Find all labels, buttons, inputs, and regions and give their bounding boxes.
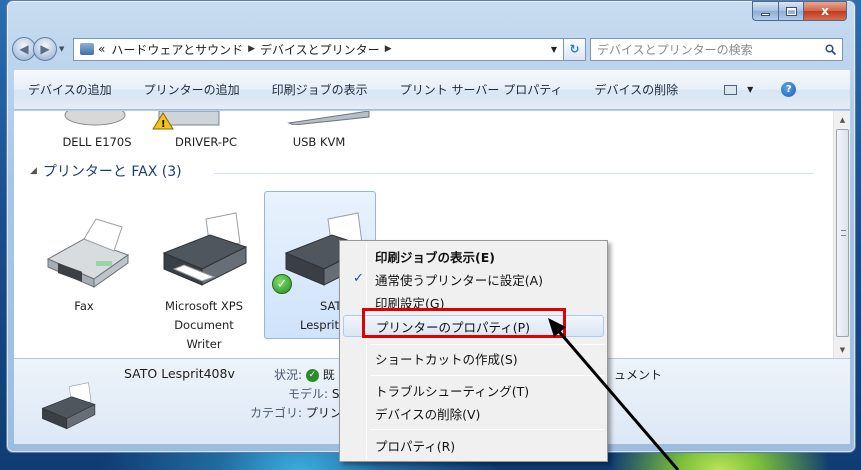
annotation-arrow-icon xyxy=(548,318,680,470)
